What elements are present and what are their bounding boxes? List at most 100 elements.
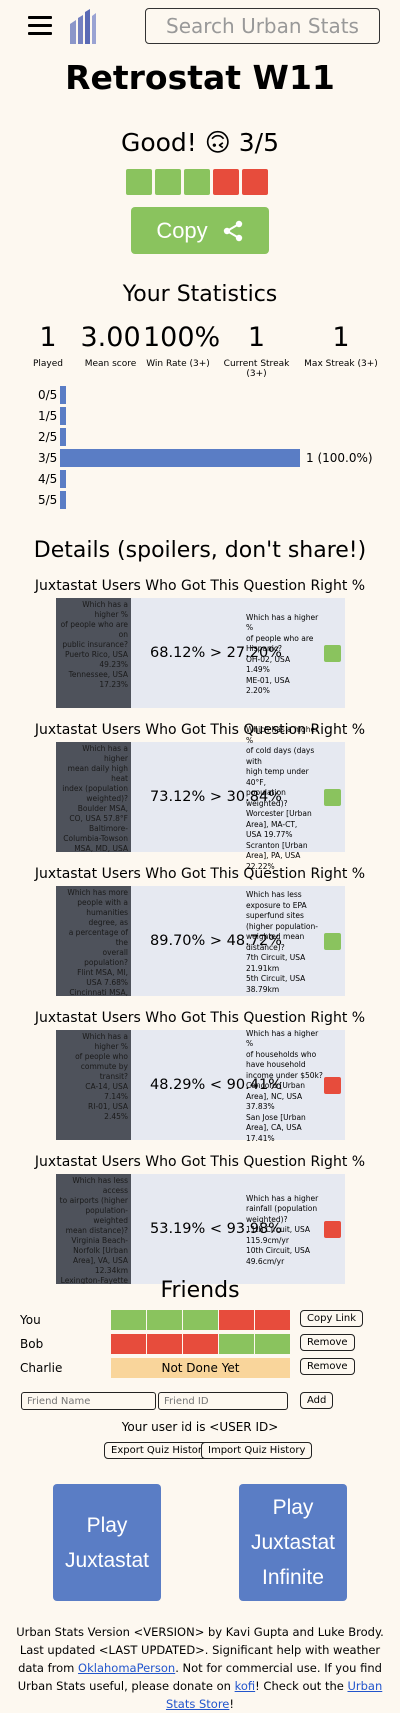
answer-result-square: [324, 645, 341, 662]
oklahomaperson-link[interactable]: OklahomaPerson: [78, 1661, 175, 1675]
question-right-text: Which has a higher % of people who are His…: [246, 612, 319, 696]
histogram-label: 5/5: [38, 493, 58, 507]
histogram-row: 2/5: [38, 428, 72, 446]
question-title: Juxtastat Users Who Got This Question Ri…: [34, 866, 366, 882]
friend-name: Charlie: [20, 1361, 63, 1375]
share-icon: [223, 220, 242, 241]
remove-friend-button[interactable]: Remove: [300, 1358, 355, 1375]
histogram-row: 3/5 1 (100.0%): [38, 449, 373, 467]
friend-result-cell: [219, 1334, 254, 1354]
friend-result-cell: [219, 1310, 254, 1330]
result-square-green: [126, 169, 152, 195]
histogram-bar: [60, 470, 66, 488]
stat-current-streak: 1 Current Streak (3+): [223, 322, 290, 379]
histogram-row: 4/5: [38, 470, 72, 488]
result-square-red: [242, 169, 268, 195]
question-left-text: Which has a higher % of people who are on…: [56, 598, 131, 708]
remove-friend-button[interactable]: Remove: [300, 1334, 355, 1351]
friend-result-cell: [255, 1310, 290, 1330]
result-square-green: [155, 169, 181, 195]
answer-result-square: [324, 1077, 341, 1094]
histogram-row: 5/5: [38, 491, 72, 509]
histogram-row: 0/5: [38, 386, 72, 404]
histogram-label: 3/5: [38, 451, 58, 465]
histogram-bar: [60, 386, 66, 404]
friend-status: Not Done Yet: [111, 1358, 290, 1378]
result-square-green: [184, 169, 210, 195]
histogram-label: 0/5: [38, 388, 58, 402]
friend-result-cell: [255, 1334, 290, 1354]
histogram-label: 4/5: [38, 472, 58, 486]
friend-id-input[interactable]: [158, 1392, 288, 1410]
friend-result-cell: [183, 1334, 218, 1354]
friend-result-cell: [147, 1334, 182, 1354]
details-heading: Details (spoilers, don't share!): [33, 538, 367, 563]
answer-result-square: [324, 933, 341, 950]
import-quiz-history-button[interactable]: Import Quiz History: [201, 1442, 313, 1459]
answer-result-square: [324, 1221, 341, 1238]
footer: Urban Stats Version <VERSION> by Kavi Gu…: [16, 1625, 384, 1711]
question-panel: Which has a higher % of people who are on…: [56, 598, 345, 708]
urban-stats-logo-icon[interactable]: [70, 8, 96, 44]
copy-button[interactable]: Copy: [131, 207, 269, 254]
question-right-text: Which has a higher % of households who hav…: [246, 1028, 323, 1143]
add-friend-button[interactable]: Add: [300, 1392, 334, 1409]
friend-result-row: [111, 1334, 291, 1354]
question-title: Juxtastat Users Who Got This Question Ri…: [34, 1010, 366, 1026]
play-infinite-label: Play Juxtastat Infinite: [250, 1496, 336, 1589]
hamburger-menu-icon[interactable]: [28, 16, 52, 36]
friends-heading: Friends: [160, 1278, 240, 1303]
histogram-value: 1 (100.0%): [306, 451, 373, 465]
question-title: Juxtastat Users Who Got This Question Ri…: [34, 722, 366, 738]
histogram-bar: [60, 428, 66, 446]
friend-result-row: Not Done Yet: [111, 1358, 290, 1378]
histogram-bar: [60, 407, 66, 425]
search-input[interactable]: [145, 8, 380, 44]
histogram-label: 1/5: [38, 409, 58, 423]
play-juxtastat-button[interactable]: Play Juxtastat: [53, 1484, 161, 1601]
question-left-text: Which has less access to airports (higher…: [56, 1174, 131, 1284]
histogram-bar: [60, 449, 300, 467]
friend-result-cell: [111, 1310, 146, 1330]
question-right-text: Which has a higher rainfall (population we…: [246, 1193, 319, 1266]
page-title: Retrostat W11: [65, 58, 335, 97]
question-right-text: Which has less exposure to EPA superfund s…: [246, 890, 318, 994]
play-juxtastat-label: Play Juxtastat: [64, 1513, 150, 1572]
histogram-label: 2/5: [38, 430, 58, 444]
friend-result-row: [111, 1310, 291, 1330]
stat-win-rate: 100% Win Rate (3+): [143, 322, 221, 369]
question-panel: Which has less access to airports (higher…: [56, 1174, 345, 1284]
stat-mean-score: 3.00 Mean score: [80, 322, 141, 369]
answer-result-square: [324, 789, 341, 806]
question-title: Juxtastat Users Who Got This Question Ri…: [34, 578, 366, 594]
stats-row: 1 Played 3.00 Mean score 100% Win Rate (3+)…: [18, 322, 382, 379]
export-quiz-history-button[interactable]: Export Quiz History: [104, 1442, 215, 1459]
histogram-bar: [60, 491, 66, 509]
user-id-text: Your user id is <USER ID>: [121, 1420, 279, 1434]
friend-name: Bob: [20, 1337, 44, 1351]
question-right-text: Which has a higher % of cold days (days w…: [246, 725, 319, 871]
question-panel: Which has a higher mean daily high heat in…: [56, 725, 345, 871]
kofi-link[interactable]: kofi: [235, 1679, 256, 1693]
friend-result-cell: [111, 1334, 146, 1354]
statistics-heading: Your Statistics: [122, 282, 278, 307]
friend-name-input[interactable]: [21, 1392, 156, 1410]
copy-label: Copy: [156, 217, 208, 243]
question-panel: Which has a higher % of people who commute…: [56, 1028, 345, 1143]
result-text: Good! 🙃 3/5: [120, 128, 280, 157]
question-panel: Which has more people with a humanities de…: [56, 886, 345, 996]
question-left-text: Which has a higher % of people who commute…: [56, 1030, 131, 1140]
friend-result-cell: [183, 1310, 218, 1330]
histogram-row: 1/5: [38, 407, 72, 425]
result-squares: [126, 169, 271, 199]
question-left-text: Which has a higher mean daily high heat in…: [56, 742, 131, 852]
friend-result-cell: [147, 1310, 182, 1330]
stat-max-streak: 1 Max Streak (3+): [304, 322, 378, 369]
question-title: Juxtastat Users Who Got This Question Ri…: [34, 1154, 366, 1170]
copy-link-button[interactable]: Copy Link: [300, 1310, 364, 1327]
stat-played: 1 Played: [32, 322, 64, 369]
play-juxtastat-infinite-button[interactable]: Play Juxtastat Infinite: [239, 1484, 347, 1601]
result-square-red: [213, 169, 239, 195]
question-left-text: Which has more people with a humanities de…: [56, 886, 131, 996]
friend-name: You: [20, 1313, 41, 1327]
